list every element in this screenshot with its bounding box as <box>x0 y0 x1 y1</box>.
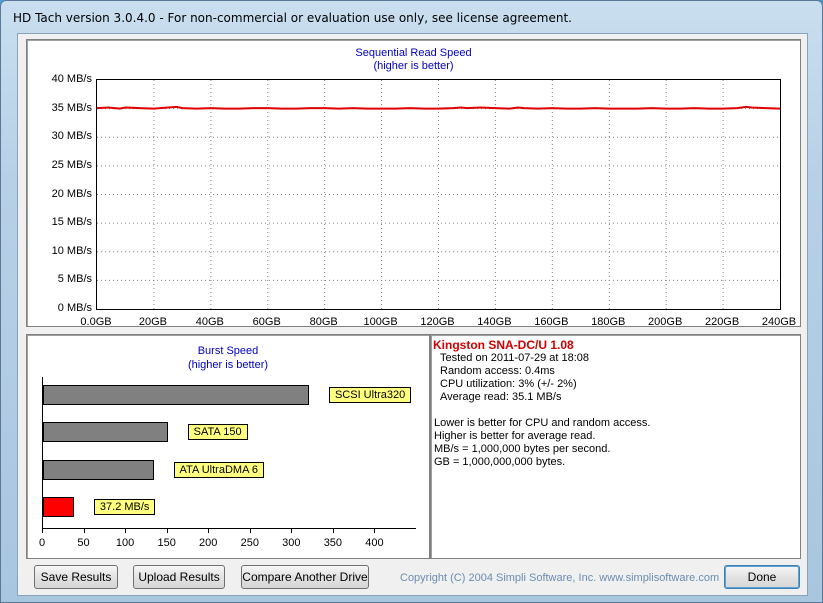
y-tick-label: 40 MB/s <box>51 73 92 85</box>
x-tick-label: 180GB <box>591 316 626 328</box>
x-tick-mark <box>291 529 293 533</box>
burst-subtitle: (higher is better) <box>187 359 269 371</box>
done-button[interactable]: Done <box>724 565 800 589</box>
x-tick-mark <box>249 529 251 533</box>
sequential-subtitle: (higher is better) <box>373 60 454 72</box>
burst-bar <box>43 460 154 480</box>
compare-another-drive-button[interactable]: Compare Another Drive <box>241 565 369 589</box>
y-tick-label: 10 MB/s <box>51 244 92 257</box>
burst-title: Burst Speed <box>197 345 259 357</box>
drive-name: Kingston SNA-DC/U 1.08 <box>433 338 574 352</box>
sequential-title: Sequential Read Speed <box>355 47 472 59</box>
note-line: MB/s = 1,000,000 bytes per second. <box>434 443 611 455</box>
x-tick-mark <box>374 529 376 533</box>
burst-bar <box>43 385 309 405</box>
info-line: Random access: 0.4ms <box>440 365 555 377</box>
x-tick-mark <box>208 529 210 533</box>
sequential-plot-area <box>96 79 781 310</box>
burst-plot-area: SCSI Ultra320 SATA 150 ATA UltraDMA 6 37.2 … <box>42 377 416 529</box>
sequential-read-panel: Sequential Read Speed (higher is better)… <box>26 39 801 328</box>
x-tick-mark <box>125 529 127 533</box>
client-area: Sequential Read Speed (higher is better)… <box>17 33 808 596</box>
x-tick-mark <box>166 529 168 533</box>
x-tick-label: 120GB <box>420 316 455 328</box>
x-tick-label: 140GB <box>477 316 512 328</box>
x-tick-label: 80GB <box>309 316 338 328</box>
sequential-chart-svg <box>97 80 780 309</box>
burst-bar-label: SCSI Ultra320 <box>328 387 412 403</box>
burst-bar-label: SATA 150 <box>187 424 248 440</box>
x-tick-label: 240GB <box>761 316 797 328</box>
x-tick-label: 220GB <box>704 316 740 328</box>
x-tick-mark <box>42 529 43 533</box>
note-line: Lower is better for CPU and random acces… <box>434 417 651 429</box>
window-title: HD Tach version 3.0.4.0 - For non-commer… <box>13 11 572 25</box>
x-tick-label: 60GB <box>252 316 281 328</box>
x-tick-label: 400 <box>365 537 384 549</box>
info-line: Average read: 35.1 MB/s <box>440 391 562 403</box>
info-line: CPU utilization: 3% (+/- 2%) <box>440 378 577 390</box>
copyright-text: Copyright (C) 2004 Simpli Software, Inc.… <box>400 572 720 584</box>
x-tick-label: 100GB <box>363 316 398 328</box>
info-line: Tested on 2011-07-29 at 18:08 <box>440 352 590 364</box>
x-tick-mark <box>83 529 85 533</box>
save-results-button[interactable]: Save Results <box>34 565 118 589</box>
x-tick-label: 40GB <box>195 316 224 328</box>
x-tick-label: 20GB <box>138 316 167 328</box>
y-tick-label: 5 MB/s <box>57 273 92 286</box>
y-tick-label: 15 MB/s <box>51 216 92 229</box>
x-tick-mark <box>332 529 334 533</box>
read-speed-series-line <box>97 105 780 110</box>
burst-speed-panel: Burst Speed (higher is better) SCSI Ultr… <box>26 334 430 559</box>
y-tick-label: 25 MB/s <box>51 158 92 171</box>
burst-bar <box>43 497 74 517</box>
x-tick-label: 0.0GB <box>80 316 112 328</box>
x-tick-label: 160GB <box>534 316 569 328</box>
burst-bar-label: 37.2 MB/s <box>93 499 156 515</box>
burst-bar-label: ATA UltraDMA 6 <box>173 462 264 478</box>
note-line: GB = 1,000,000,000 bytes. <box>434 456 566 468</box>
y-tick-label: 30 MB/s <box>51 130 92 143</box>
y-tick-label: 0 MB/s <box>57 302 92 314</box>
drive-info-panel: Kingston SNA-DC/U 1.08 Tested on 2011-07… <box>430 334 801 559</box>
y-tick-label: 35 MB/s <box>51 101 92 114</box>
app-window: HD Tach version 3.0.4.0 - For non-commer… <box>0 0 823 603</box>
upload-results-button[interactable]: Upload Results <box>133 565 225 589</box>
x-tick-label: 200GB <box>648 316 683 328</box>
note-line: Higher is better for average read. <box>434 430 596 442</box>
burst-bar <box>43 422 168 442</box>
y-tick-label: 20 MB/s <box>51 187 92 200</box>
